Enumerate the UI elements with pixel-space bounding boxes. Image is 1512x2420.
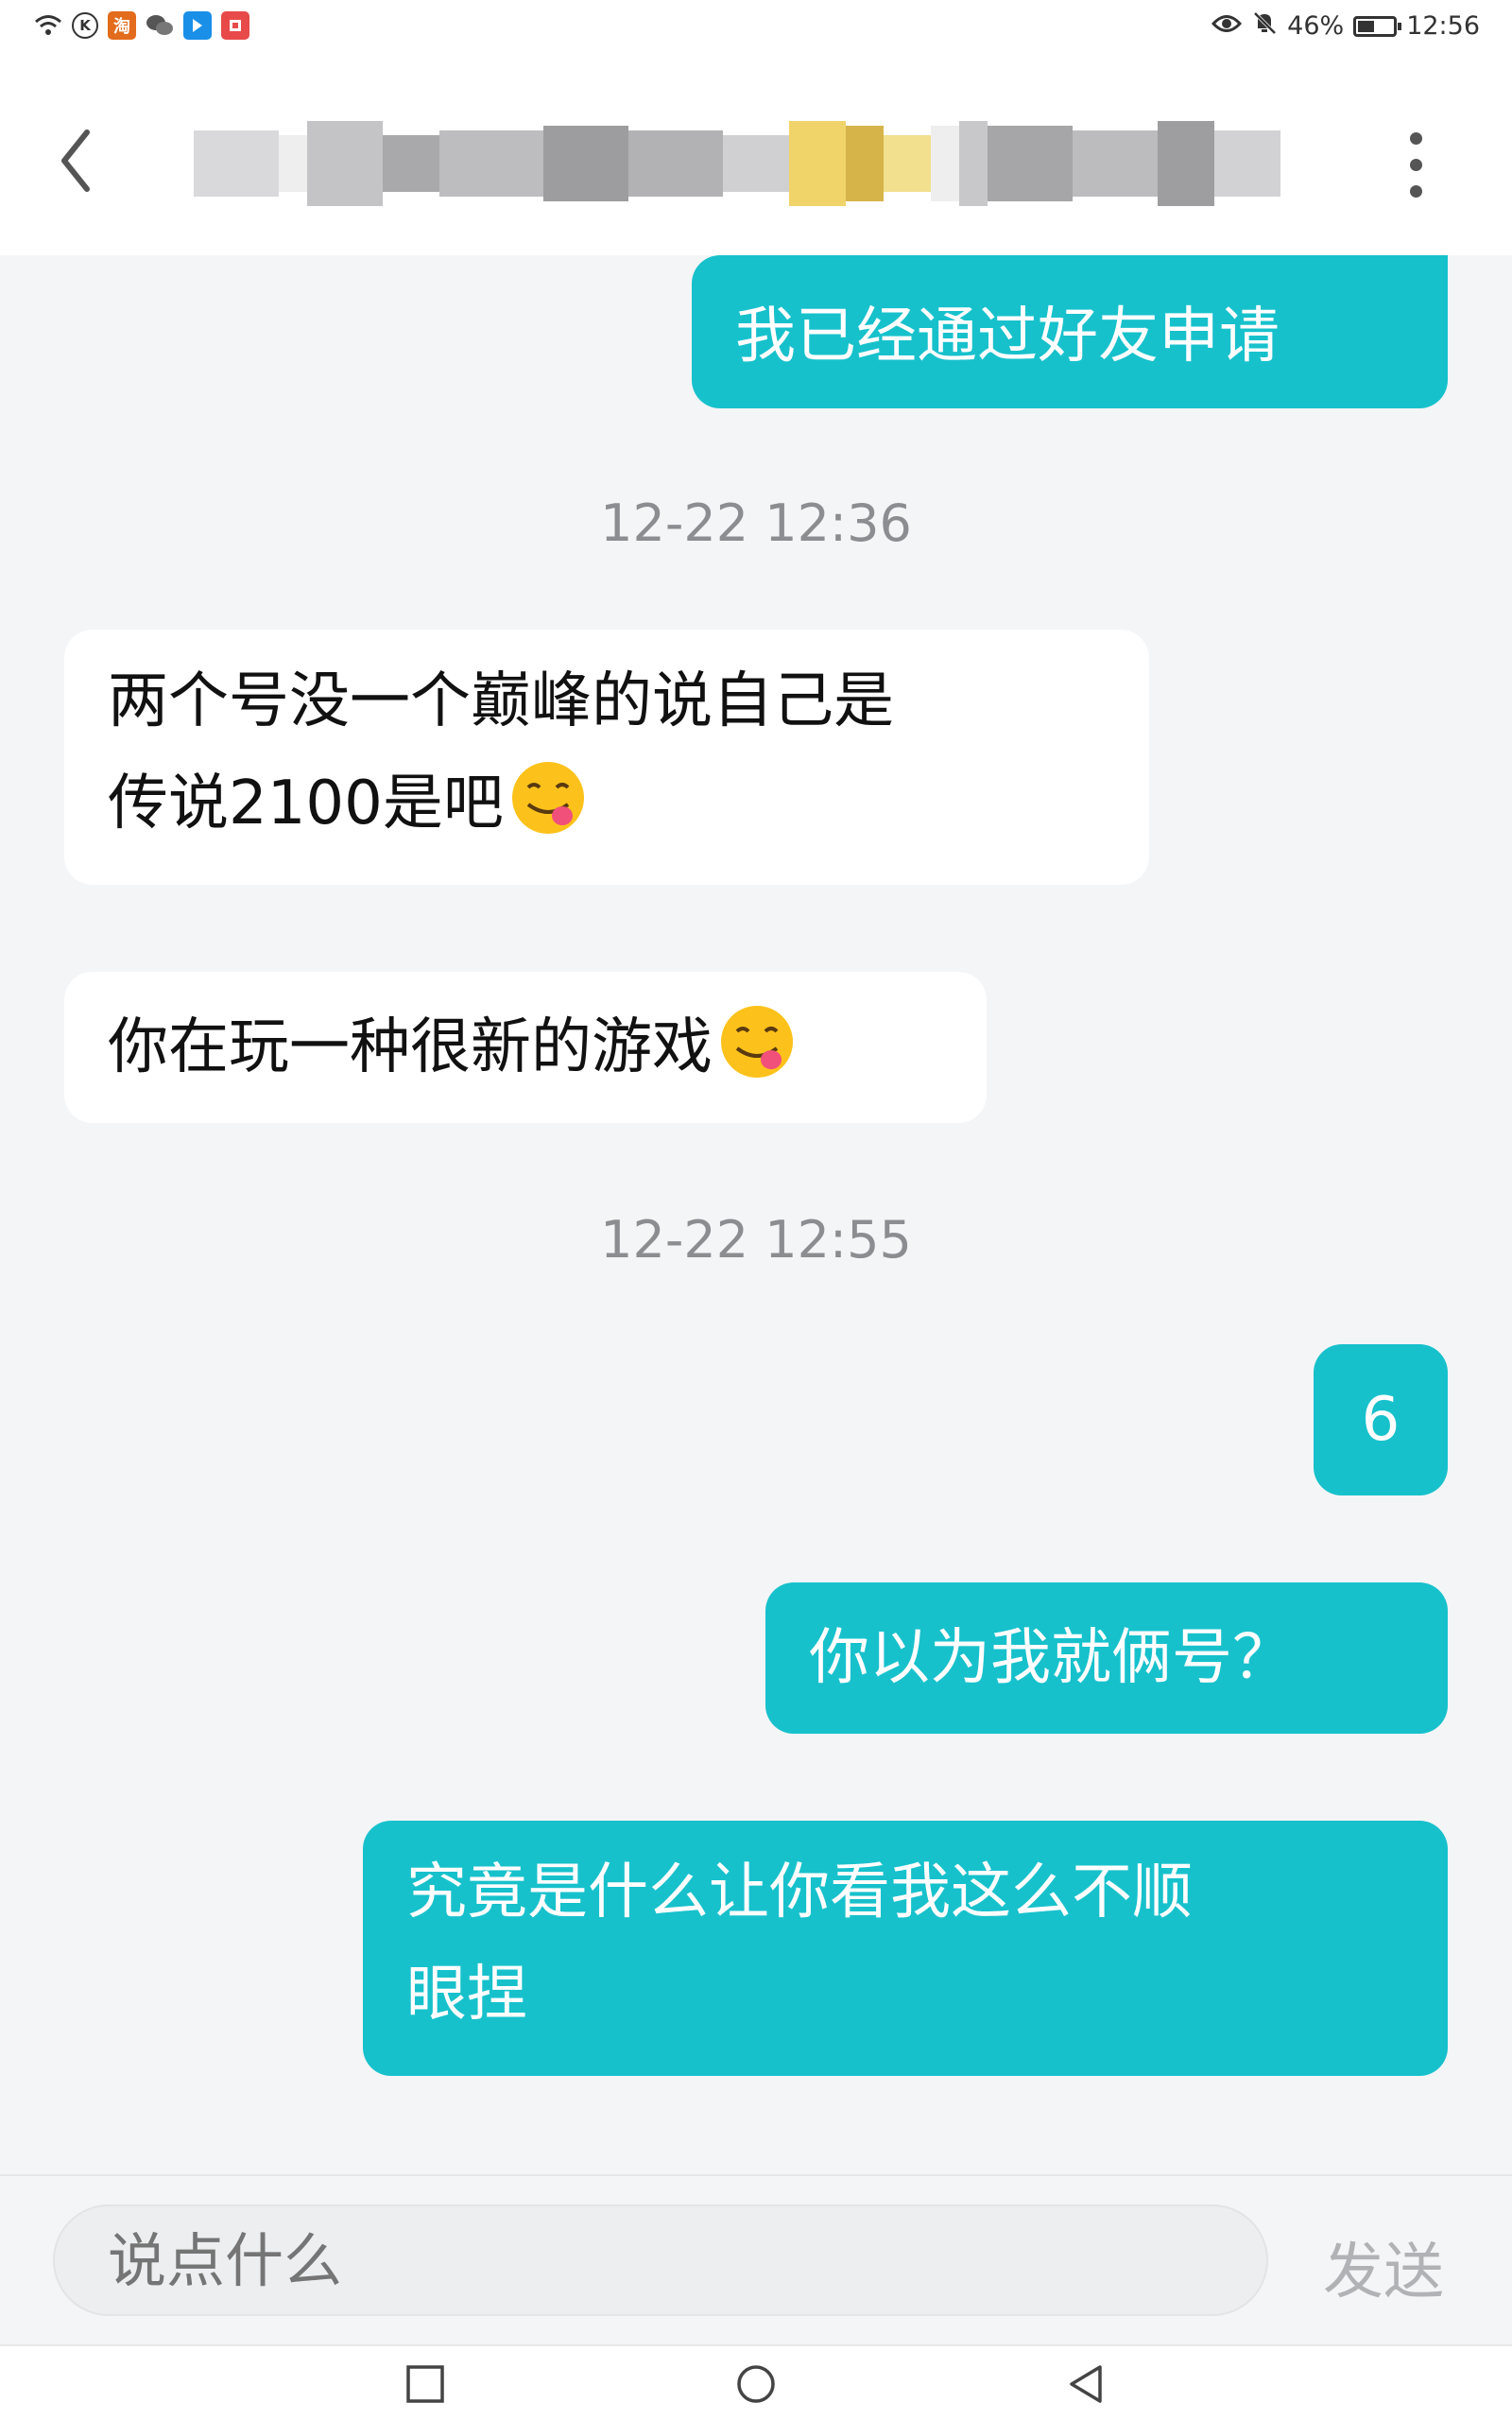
blue-app-icon <box>183 11 212 40</box>
mute-bell-icon <box>1251 9 1278 43</box>
wechat-icon <box>146 11 174 40</box>
back-button[interactable] <box>53 123 100 199</box>
message-text: 你在玩一种很新的游戏 <box>108 1012 713 1082</box>
taobao-icon: 淘 <box>108 11 136 40</box>
more-options-button[interactable] <box>1397 123 1435 208</box>
incoming-message[interactable]: 两个号没一个巅峰的说自己是 传说2100是吧 <box>64 630 1149 885</box>
battery-percent: 46% <box>1287 11 1345 41</box>
chat-header <box>0 57 1512 255</box>
contact-name-blurred <box>194 109 1280 217</box>
timestamp-text: 12-22 12:36 <box>600 493 912 553</box>
outgoing-message[interactable]: 我已经通过好友申请 <box>692 255 1448 408</box>
more-dot-icon <box>1410 132 1422 145</box>
savoring-face-emoji <box>721 1006 793 1078</box>
timestamp-text: 12-22 12:55 <box>600 1210 912 1270</box>
message-text-line: 传说2100是吧 <box>108 752 1149 855</box>
status-bar: K 淘 46% 12:56 <box>0 0 1512 57</box>
k-app-icon: K <box>72 12 98 39</box>
timestamp: 12-22 12:36 <box>0 493 1512 553</box>
message-list[interactable]: 我已经通过好友申请 12-22 12:36 两个号没一个巅峰的说自己是 传说21… <box>0 255 1512 2174</box>
send-button[interactable]: 发送 <box>1323 2223 1444 2310</box>
message-text-line: 两个号没一个巅峰的说自己是 <box>108 666 894 736</box>
outgoing-message[interactable]: 你以为我就俩号？ <box>765 1582 1448 1734</box>
message-text-line: 眼捏 <box>406 1960 527 2030</box>
recent-apps-icon[interactable] <box>403 2361 448 2407</box>
status-left-icons: K 淘 <box>34 11 249 40</box>
message-input[interactable] <box>53 2204 1268 2316</box>
battery-level <box>1358 20 1374 32</box>
more-dot-icon <box>1410 185 1422 198</box>
system-nav-bar <box>0 2344 1512 2420</box>
message-text: 6 <box>1361 1385 1400 1455</box>
message-text: 我已经通过好友申请 <box>735 302 1280 372</box>
message-text-line: 究竟是什么让你看我这么不顺 <box>406 1858 1193 1927</box>
outgoing-message[interactable]: 6 <box>1314 1344 1448 1495</box>
outgoing-message[interactable]: 究竟是什么让你看我这么不顺 眼捏 <box>363 1821 1448 2076</box>
message-text: 你以为我就俩号？ <box>809 1623 1293 1693</box>
status-time: 12:56 <box>1406 11 1480 41</box>
red-app-icon <box>221 11 249 40</box>
chevron-left-icon <box>61 130 90 192</box>
eye-icon <box>1211 11 1243 41</box>
message-text: 传说2100是吧 <box>108 769 504 838</box>
input-bar: 发送 <box>0 2174 1512 2344</box>
timestamp: 12-22 12:55 <box>0 1210 1512 1270</box>
incoming-message[interactable]: 你在玩一种很新的游戏 <box>64 972 987 1123</box>
more-dot-icon <box>1410 159 1422 171</box>
battery-icon <box>1353 15 1402 37</box>
savoring-face-emoji <box>511 762 584 834</box>
status-right-icons: 46% 12:56 <box>1211 9 1480 43</box>
wifi-icon <box>34 11 62 40</box>
back-icon[interactable] <box>1064 2361 1109 2407</box>
home-icon[interactable] <box>733 2361 779 2407</box>
